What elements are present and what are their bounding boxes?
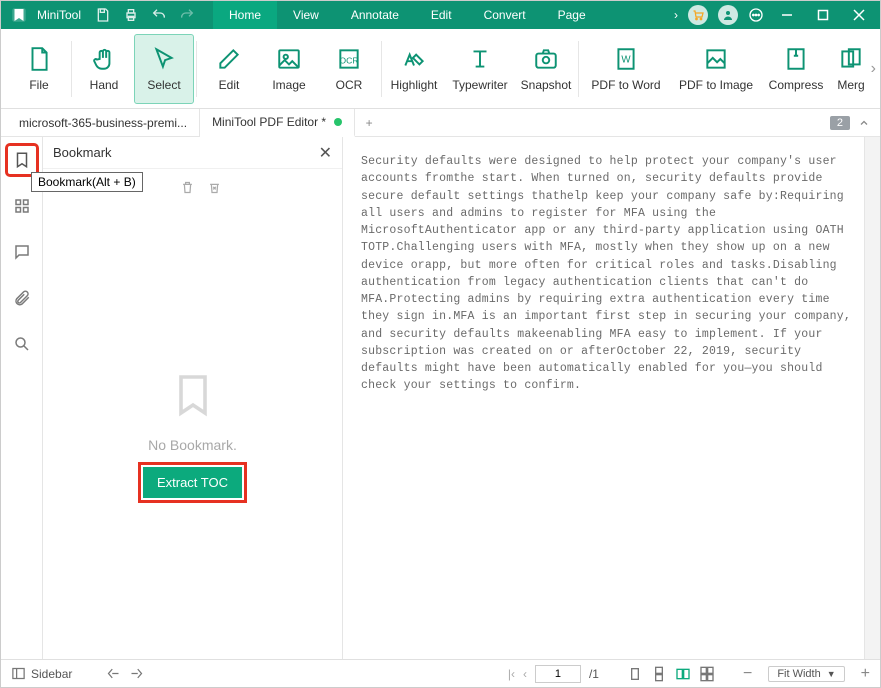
chat-icon[interactable] <box>748 7 764 23</box>
select-tool[interactable]: Select <box>134 34 194 104</box>
main-area: Bookmark(Alt + B) Bookmark ✕ ▾ <box>1 137 880 659</box>
page-total: /1 <box>589 667 599 681</box>
ribbon: File Hand Select Edit Image OCR OCR High… <box>1 29 880 109</box>
compress-tool[interactable]: Compress <box>761 34 831 104</box>
menu-view[interactable]: View <box>277 1 335 29</box>
continuous-icon[interactable] <box>651 666 667 682</box>
menu-bar: Home View Annotate Edit Convert Page <box>213 1 602 29</box>
ocr-label: OCR <box>336 78 363 92</box>
menu-home[interactable]: Home <box>213 1 277 29</box>
prev-page-icon[interactable] <box>106 666 121 681</box>
minimize-button[interactable] <box>774 2 800 28</box>
empty-state: No Bookmark. Extract TOC <box>43 205 342 659</box>
image-label: Image <box>272 78 305 92</box>
ocr-tool[interactable]: OCR OCR <box>319 34 379 104</box>
panel-close-icon[interactable]: ✕ <box>319 143 332 163</box>
attachments-panel-button[interactable] <box>7 283 37 313</box>
prev-icon[interactable]: ‹ <box>523 667 527 681</box>
image-tool[interactable]: Image <box>259 34 319 104</box>
snapshot-tool[interactable]: Snapshot <box>516 34 576 104</box>
chevron-down-icon: ▼ <box>827 669 836 679</box>
merge-tool[interactable]: Merg <box>831 34 871 104</box>
new-tab-button[interactable]: + <box>355 116 383 130</box>
menu-convert[interactable]: Convert <box>468 1 542 29</box>
app-name: MiniTool <box>37 8 81 22</box>
maximize-button[interactable] <box>810 2 836 28</box>
side-strip: Bookmark(Alt + B) <box>1 137 43 659</box>
status-bar: Sidebar |‹ ‹ /1 − Fit Width ▼ + <box>1 659 880 687</box>
ribbon-scroll-right-icon[interactable]: › <box>871 60 876 78</box>
delete-icon[interactable] <box>180 180 195 195</box>
highlight-label: Highlight <box>391 78 438 92</box>
save-icon[interactable] <box>95 7 111 23</box>
zoom-in-icon[interactable]: + <box>861 665 870 683</box>
first-page-icon[interactable]: |‹ <box>508 667 515 681</box>
empty-text: No Bookmark. <box>148 437 237 453</box>
next-page-icon[interactable] <box>129 666 144 681</box>
print-icon[interactable] <box>123 7 139 23</box>
panel-header: Bookmark ✕ <box>43 137 342 169</box>
pdf2image-label: PDF to Image <box>679 78 753 92</box>
unsaved-dot-icon <box>334 118 342 126</box>
bookmark-tooltip: Bookmark(Alt + B) <box>31 172 143 192</box>
cart-icon[interactable] <box>688 5 708 25</box>
facing-icon[interactable] <box>675 666 691 682</box>
tab-doc1[interactable]: microsoft-365-business-premi... <box>7 109 200 137</box>
hand-label: Hand <box>90 78 119 92</box>
pdf-to-image-tool[interactable]: PDF to Image <box>671 34 761 104</box>
bookmark-icon <box>169 367 217 423</box>
zoom-select[interactable]: Fit Width ▼ <box>768 666 844 682</box>
pdf2word-label: PDF to Word <box>591 78 660 92</box>
comments-panel-button[interactable] <box>7 237 37 267</box>
page-input[interactable] <box>535 665 581 683</box>
chevron-right-icon[interactable]: › <box>674 8 678 22</box>
quick-access-toolbar <box>95 7 195 23</box>
menu-page[interactable]: Page <box>542 1 602 29</box>
file-tool[interactable]: File <box>9 34 69 104</box>
app-logo <box>7 3 31 27</box>
titlebar-right: › <box>674 2 872 28</box>
compress-label: Compress <box>769 78 824 92</box>
page-count-badge: 2 <box>830 116 850 130</box>
bookmark-panel-button[interactable] <box>7 145 37 175</box>
svg-text:OCR: OCR <box>339 55 358 65</box>
snapshot-label: Snapshot <box>521 78 572 92</box>
svg-text:W: W <box>621 54 631 65</box>
typewriter-label: Typewriter <box>452 78 507 92</box>
undo-icon[interactable] <box>151 7 167 23</box>
extract-toc-button[interactable]: Extract TOC <box>143 467 242 498</box>
highlight-tool[interactable]: Highlight <box>384 34 444 104</box>
bookmark-panel: Bookmark ✕ ▾ No Bookmark. Extract TOC <box>43 137 343 659</box>
file-label: File <box>29 78 48 92</box>
scrollbar[interactable] <box>864 137 880 659</box>
menu-annotate[interactable]: Annotate <box>335 1 415 29</box>
panel-title: Bookmark <box>53 145 112 160</box>
document-text: Security defaults were designed to help … <box>343 137 880 411</box>
pdf-to-word-tool[interactable]: W PDF to Word <box>581 34 671 104</box>
typewriter-tool[interactable]: Typewriter <box>444 34 516 104</box>
edit-label: Edit <box>219 78 240 92</box>
zoom-out-icon[interactable]: − <box>743 665 752 683</box>
menu-edit[interactable]: Edit <box>415 1 468 29</box>
collapse-ribbon-icon[interactable] <box>858 117 870 129</box>
edit-tool[interactable]: Edit <box>199 34 259 104</box>
hand-tool[interactable]: Hand <box>74 34 134 104</box>
document-viewport[interactable]: Security defaults were designed to help … <box>343 137 880 659</box>
title-bar: MiniTool Home View Annotate Edit Convert… <box>1 1 880 29</box>
user-icon[interactable] <box>718 5 738 25</box>
close-button[interactable] <box>846 2 872 28</box>
document-tabs: microsoft-365-business-premi... MiniTool… <box>1 109 880 137</box>
single-page-icon[interactable] <box>627 666 643 682</box>
merge-label: Merg <box>837 78 864 92</box>
search-panel-button[interactable] <box>7 329 37 359</box>
select-label: Select <box>147 78 180 92</box>
delete-all-icon[interactable] <box>207 180 222 195</box>
redo-icon[interactable] <box>179 7 195 23</box>
thumbnails-panel-button[interactable] <box>7 191 37 221</box>
facing-continuous-icon[interactable] <box>699 666 715 682</box>
sidebar-toggle[interactable]: Sidebar <box>11 666 72 681</box>
tab-doc2[interactable]: MiniTool PDF Editor * <box>200 109 355 137</box>
